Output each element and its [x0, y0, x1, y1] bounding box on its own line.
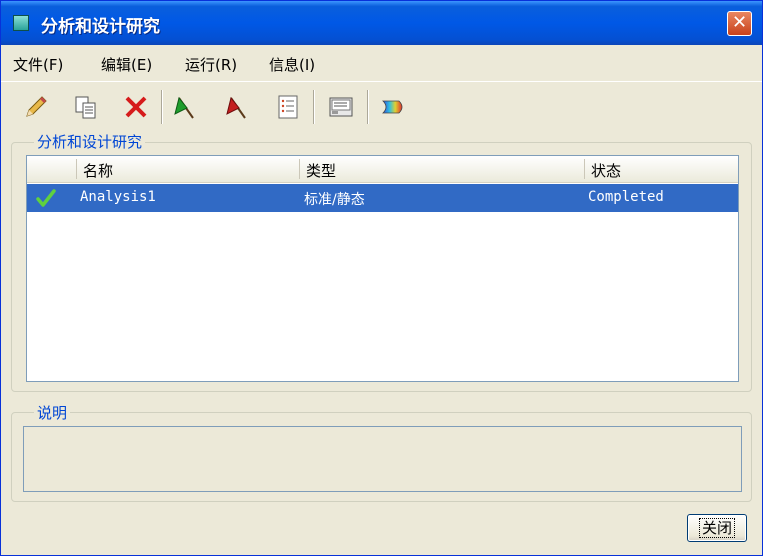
red-flag-icon[interactable] [223, 92, 253, 122]
list-header: 名称 类型 状态 [27, 156, 738, 183]
toolbar [1, 82, 762, 132]
description-field[interactable] [23, 426, 742, 492]
close-window-button[interactable]: ✕ [727, 11, 752, 36]
study-name: Analysis1 [80, 189, 156, 205]
close-button-label: 关闭 [698, 518, 735, 538]
copy-icon[interactable] [71, 92, 101, 122]
studies-group-label: 分析和设计研究 [34, 131, 146, 152]
column-header-name[interactable]: 名称 [83, 160, 113, 181]
list-icon[interactable] [273, 92, 303, 122]
window-title: 分析和设计研究 [41, 17, 160, 37]
check-icon [35, 187, 57, 213]
report-icon[interactable] [326, 92, 356, 122]
column-divider[interactable] [299, 159, 300, 179]
menu-file[interactable]: 文件(F) [13, 54, 63, 75]
table-row[interactable]: Analysis1 标准/静态 Completed [27, 184, 738, 212]
column-header-type[interactable]: 类型 [306, 160, 336, 181]
menu-edit[interactable]: 编辑(E) [101, 54, 152, 75]
app-icon [13, 15, 29, 31]
description-group-label: 说明 [34, 402, 71, 423]
study-status: Completed [588, 189, 664, 205]
toolbar-separator [367, 90, 369, 124]
column-divider[interactable] [76, 159, 77, 179]
studies-list[interactable]: 名称 类型 状态 Analysis1 标准/静态 Completed [26, 155, 739, 382]
pencil-edit-icon[interactable] [21, 92, 51, 122]
green-flag-icon[interactable] [171, 92, 201, 122]
study-type: 标准/静态 [304, 192, 365, 208]
menu-run[interactable]: 运行(R) [185, 54, 237, 75]
toolbar-separator [161, 90, 163, 124]
menu-bar: 文件(F) 编辑(E) 运行(R) 信息(I) [1, 45, 762, 82]
title-bar[interactable]: 分析和设计研究 ✕ [1, 1, 762, 45]
dialog-window: 分析和设计研究 ✕ 文件(F) 编辑(E) 运行(R) 信息(I) 分析和设计研… [0, 0, 763, 556]
menu-info[interactable]: 信息(I) [269, 54, 315, 75]
column-header-status[interactable]: 状态 [591, 160, 621, 181]
column-divider[interactable] [584, 159, 585, 179]
delete-icon[interactable] [121, 92, 151, 122]
animation-icon[interactable] [379, 92, 409, 122]
close-button[interactable]: 关闭 [687, 514, 747, 542]
toolbar-separator [313, 90, 315, 124]
